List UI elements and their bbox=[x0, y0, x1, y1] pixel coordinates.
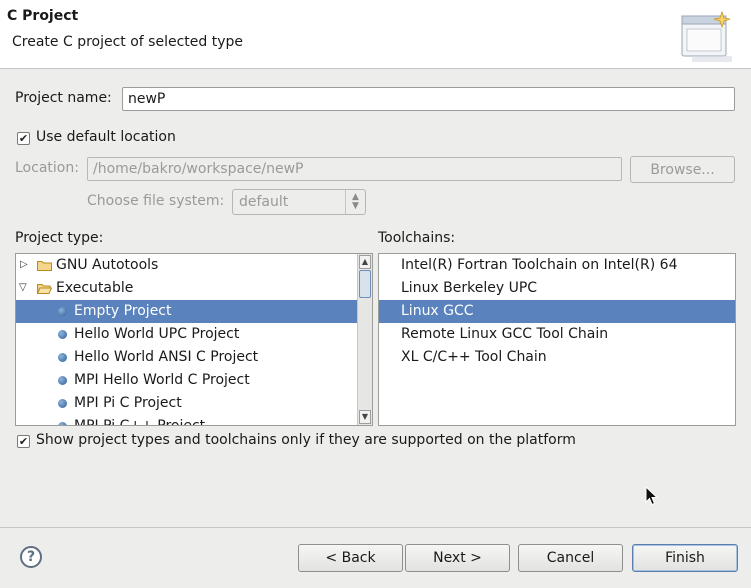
tree-item-mpi-hello-world-c[interactable]: MPI Hello World C Project bbox=[16, 369, 372, 392]
tree-item-label: MPI Hello World C Project bbox=[74, 372, 250, 388]
project-type-icon bbox=[58, 353, 67, 362]
next-button[interactable]: Next > bbox=[405, 544, 510, 572]
cancel-button[interactable]: Cancel bbox=[518, 544, 623, 572]
scrollbar-thumb[interactable] bbox=[359, 270, 371, 298]
tree-item-label: MPI Pi C++ Project bbox=[74, 418, 206, 426]
new-project-wizard-icon bbox=[681, 10, 732, 62]
supported-only-checkbox[interactable]: ✔ bbox=[17, 435, 30, 448]
toolchain-label: XL C/C++ Tool Chain bbox=[401, 349, 547, 365]
project-type-icon bbox=[58, 330, 67, 339]
project-type-label: Project type: bbox=[15, 230, 104, 246]
toolchain-label: Linux GCC bbox=[401, 303, 474, 319]
tree-item-hello-world-ansi-c[interactable]: Hello World ANSI C Project bbox=[16, 346, 372, 369]
toolchains-label: Toolchains: bbox=[378, 230, 456, 246]
wizard-title: C Project bbox=[7, 8, 79, 24]
footer-separator bbox=[0, 527, 751, 528]
supported-only-label: Show project types and toolchains only i… bbox=[36, 432, 576, 448]
tree-item-gnu-autotools[interactable]: ▷ GNU Autotools bbox=[16, 254, 372, 277]
file-system-value: default bbox=[239, 194, 289, 210]
toolchain-item[interactable]: XL C/C++ Tool Chain bbox=[379, 346, 735, 369]
location-input[interactable]: /home/bakro/workspace/newP bbox=[87, 157, 622, 181]
wizard-header: C Project Create C project of selected t… bbox=[0, 0, 751, 69]
project-type-icon bbox=[58, 399, 67, 408]
mouse-cursor-icon bbox=[645, 486, 659, 506]
tree-item-label: Executable bbox=[56, 280, 134, 296]
toolchain-item-selected[interactable]: Linux GCC bbox=[379, 300, 735, 323]
tree-item-hello-world-upc[interactable]: Hello World UPC Project bbox=[16, 323, 372, 346]
project-type-tree[interactable]: ▷ GNU Autotools ▽ Executable Empty Proje… bbox=[15, 253, 373, 426]
tree-item-executable[interactable]: ▽ Executable bbox=[16, 277, 372, 300]
back-button[interactable]: < Back bbox=[298, 544, 403, 572]
wizard-description: Create C project of selected type bbox=[12, 34, 243, 50]
file-system-select[interactable]: default ▲ ▼ bbox=[232, 189, 366, 215]
toolchain-item[interactable]: Linux Berkeley UPC bbox=[379, 277, 735, 300]
tree-item-empty-project[interactable]: Empty Project bbox=[16, 300, 372, 323]
toolchain-item[interactable]: Remote Linux GCC Tool Chain bbox=[379, 323, 735, 346]
file-system-label: Choose file system: bbox=[87, 193, 225, 209]
project-type-icon bbox=[58, 307, 67, 316]
tree-item-label: Hello World ANSI C Project bbox=[74, 349, 259, 365]
finish-button[interactable]: Finish bbox=[632, 544, 738, 572]
toolchain-label: Remote Linux GCC Tool Chain bbox=[401, 326, 609, 342]
help-icon[interactable]: ? bbox=[20, 546, 42, 568]
tree-item-label: GNU Autotools bbox=[56, 257, 159, 273]
scroll-down-icon[interactable]: ▼ bbox=[359, 410, 371, 424]
location-label: Location: bbox=[15, 160, 79, 176]
browse-button[interactable]: Browse... bbox=[630, 156, 735, 183]
tree-item-label: MPI Pi C Project bbox=[74, 395, 182, 411]
tree-item-mpi-pi-cpp[interactable]: MPI Pi C++ Project bbox=[16, 415, 372, 426]
toolchain-label: Intel(R) Fortran Toolchain on Intel(R) 6… bbox=[401, 257, 678, 273]
project-type-icon bbox=[58, 422, 67, 425]
project-name-input[interactable]: newP bbox=[122, 87, 735, 111]
tree-item-label: Empty Project bbox=[74, 303, 172, 319]
combo-updown-icon: ▲ ▼ bbox=[345, 190, 365, 214]
use-default-location-label: Use default location bbox=[36, 129, 176, 145]
chevron-down-icon[interactable]: ▽ bbox=[19, 283, 29, 293]
toolchains-list[interactable]: Intel(R) Fortran Toolchain on Intel(R) 6… bbox=[378, 253, 736, 426]
project-name-label: Project name: bbox=[15, 90, 112, 106]
toolchain-item[interactable]: Intel(R) Fortran Toolchain on Intel(R) 6… bbox=[379, 254, 735, 277]
scroll-up-icon[interactable]: ▲ bbox=[359, 255, 371, 269]
folder-open-icon bbox=[37, 284, 52, 294]
project-type-icon bbox=[58, 376, 67, 385]
use-default-location-checkbox[interactable]: ✔ bbox=[17, 132, 30, 145]
tree-item-mpi-pi-c[interactable]: MPI Pi C Project bbox=[16, 392, 372, 415]
chevron-right-icon[interactable]: ▷ bbox=[20, 260, 30, 270]
folder-icon bbox=[37, 261, 52, 271]
project-type-scrollbar[interactable]: ▲ ▼ bbox=[357, 254, 372, 425]
toolchain-label: Linux Berkeley UPC bbox=[401, 280, 538, 296]
tree-item-label: Hello World UPC Project bbox=[74, 326, 240, 342]
